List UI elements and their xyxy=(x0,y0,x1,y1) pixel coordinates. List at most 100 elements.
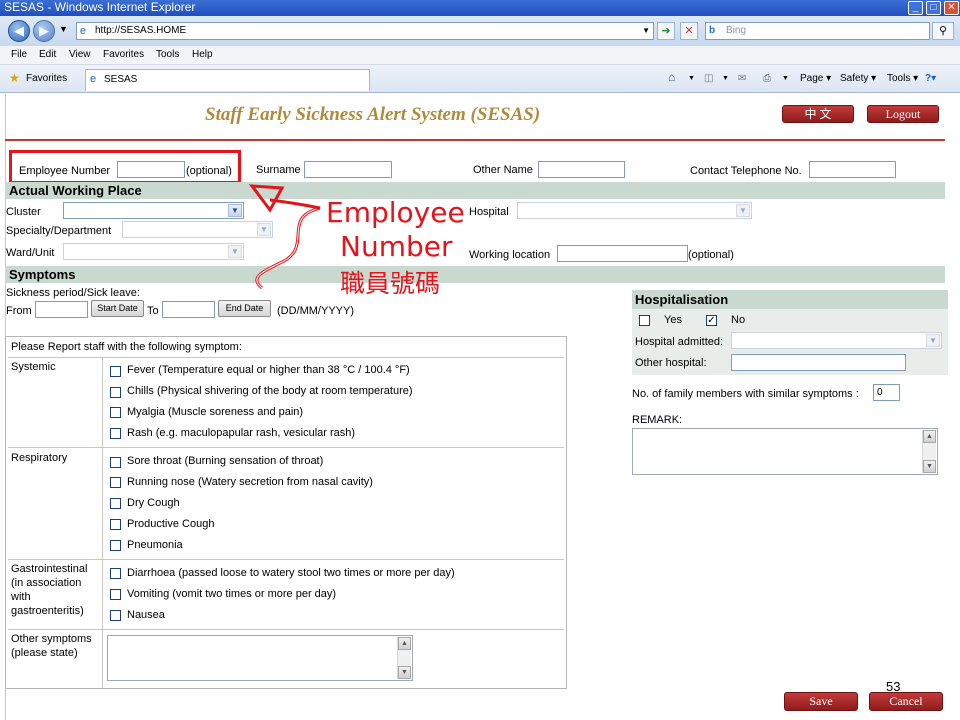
ie-page-icon: e xyxy=(90,73,97,85)
hospitalisation-panel: Hospitalisation Yes ✓ No Hospital admitt… xyxy=(632,290,948,375)
cluster-select[interactable]: ▼ xyxy=(63,202,244,219)
symptom-productive-cough: Productive Cough xyxy=(127,518,215,530)
symptom-sore-throat: Sore throat (Burning sensation of throat… xyxy=(127,455,324,467)
other-hospital-input[interactable] xyxy=(731,354,906,371)
hospital-select[interactable]: ▼ xyxy=(517,202,752,219)
checkbox-diarrhoea[interactable] xyxy=(110,568,121,579)
column-divider xyxy=(102,357,103,688)
checkbox-myalgia[interactable] xyxy=(110,407,121,418)
other-symptoms-textarea[interactable]: ▲ ▼ xyxy=(107,635,413,681)
scroll-down-icon[interactable]: ▼ xyxy=(923,460,936,473)
ward-label: Ward/Unit xyxy=(6,247,55,259)
feeds-dropdown-icon[interactable]: ▼ xyxy=(722,75,729,82)
hospital-admitted-select[interactable]: ▼ xyxy=(731,332,942,349)
working-place-heading: Actual Working Place xyxy=(5,182,945,199)
symptom-fever: Fever (Temperature equal or higher than … xyxy=(127,364,410,376)
logout-button[interactable]: Logout xyxy=(867,105,939,123)
checkbox-hospitalised-no[interactable]: ✓ xyxy=(706,315,717,326)
checkbox-nausea[interactable] xyxy=(110,610,121,621)
symptom-nausea: Nausea xyxy=(127,609,165,621)
working-location-input[interactable] xyxy=(557,245,688,262)
date-format-hint: (DD/MM/YYYY) xyxy=(277,305,354,317)
history-dropdown-icon[interactable]: ▼ xyxy=(59,24,68,34)
ward-select[interactable]: ▼ xyxy=(63,243,244,260)
checkbox-pneumonia[interactable] xyxy=(110,540,121,551)
bing-icon: b xyxy=(709,25,716,36)
favorites-bar: ★ Favorites e SESAS ⌂ ▼ ◫ ▼ ✉ ⎙ ▼ Page ▾… xyxy=(0,65,960,93)
scroll-down-icon[interactable]: ▼ xyxy=(398,666,411,679)
menu-view[interactable]: View xyxy=(69,49,91,60)
from-date-input[interactable] xyxy=(35,301,88,318)
home-icon[interactable]: ⌂ xyxy=(668,70,675,84)
tab-sesas[interactable]: e SESAS xyxy=(85,69,370,91)
working-location-label: Working location xyxy=(469,249,551,261)
remark-textarea[interactable]: ▲ ▼ xyxy=(632,428,938,475)
family-members-label: No. of family members with similar sympt… xyxy=(632,388,859,400)
minimize-button[interactable]: _ xyxy=(908,1,923,15)
checkbox-dry-cough[interactable] xyxy=(110,498,121,509)
family-members-input[interactable]: 0 xyxy=(873,384,900,401)
print-icon[interactable]: ⎙ xyxy=(763,73,771,84)
start-date-button[interactable]: Start Date xyxy=(91,300,144,317)
checkbox-hospitalised-yes[interactable] xyxy=(639,315,650,326)
to-date-input[interactable] xyxy=(162,301,215,318)
menu-tools[interactable]: Tools xyxy=(156,49,179,60)
chinese-language-button[interactable]: 中 文 xyxy=(782,105,854,123)
back-button[interactable]: ◀ xyxy=(8,20,30,42)
menu-help[interactable]: Help xyxy=(192,49,213,60)
symptom-table-caption: Please Report staff with the following s… xyxy=(11,341,242,353)
scroll-up-icon[interactable]: ▲ xyxy=(398,637,411,650)
checkbox-running-nose[interactable] xyxy=(110,477,121,488)
cancel-button[interactable]: Cancel xyxy=(869,692,943,711)
surname-label: Surname xyxy=(256,164,301,176)
hospitalised-no-label: No xyxy=(731,314,746,326)
checkbox-productive-cough[interactable] xyxy=(110,519,121,530)
surname-input[interactable] xyxy=(304,161,392,178)
chevron-down-icon: ▼ xyxy=(736,204,750,217)
checkbox-vomiting[interactable] xyxy=(110,589,121,600)
remark-label: REMARK: xyxy=(632,414,683,426)
help-icon[interactable]: ?▾ xyxy=(925,73,936,84)
tab-label: SESAS xyxy=(104,74,138,85)
maximize-button[interactable]: □ xyxy=(926,1,941,15)
other-name-input[interactable] xyxy=(538,161,625,178)
row-divider xyxy=(8,447,564,448)
symptom-myalgia: Myalgia (Muscle soreness and pain) xyxy=(127,406,304,418)
other-name-label: Other Name xyxy=(473,164,533,176)
mail-icon[interactable]: ✉ xyxy=(738,73,746,84)
feeds-icon[interactable]: ◫ xyxy=(704,73,713,84)
end-date-button[interactable]: End Date xyxy=(218,300,271,317)
forward-button[interactable]: ▶ xyxy=(33,20,55,42)
scroll-up-icon[interactable]: ▲ xyxy=(923,430,936,443)
to-label: To xyxy=(147,305,159,317)
search-input[interactable]: b Bing xyxy=(705,22,930,40)
favorites-button[interactable]: Favorites xyxy=(26,73,67,84)
menu-edit[interactable]: Edit xyxy=(39,49,56,60)
page-menu[interactable]: Page ▾ xyxy=(800,73,831,84)
page-title: Staff Early Sickness Alert System (SESAS… xyxy=(205,104,541,125)
scrollbar[interactable]: ▲ ▼ xyxy=(397,637,411,679)
search-icon[interactable]: ⚲ xyxy=(932,22,954,40)
symptom-table: Please Report staff with the following s… xyxy=(5,336,567,689)
close-window-button[interactable]: ✕ xyxy=(944,1,959,15)
scrollbar[interactable]: ▲ ▼ xyxy=(922,430,936,473)
stop-button[interactable]: ✕ xyxy=(680,22,698,40)
checkbox-rash[interactable] xyxy=(110,428,121,439)
save-button[interactable]: Save xyxy=(784,692,858,711)
address-bar[interactable]: e http://SESAS.HOME ▼ xyxy=(76,22,654,40)
home-dropdown-icon[interactable]: ▼ xyxy=(688,75,695,82)
tools-menu[interactable]: Tools ▾ xyxy=(887,73,918,84)
checkbox-sore-throat[interactable] xyxy=(110,457,121,468)
safety-menu[interactable]: Safety ▾ xyxy=(840,73,876,84)
menu-favorites[interactable]: Favorites xyxy=(103,49,144,60)
symptoms-heading: Symptoms xyxy=(5,266,945,283)
menu-file[interactable]: File xyxy=(11,49,27,60)
print-dropdown-icon[interactable]: ▼ xyxy=(782,75,789,82)
go-button[interactable]: ➜ xyxy=(657,22,675,40)
address-dropdown-icon[interactable]: ▼ xyxy=(642,23,650,39)
group-respiratory: Respiratory xyxy=(11,452,68,464)
favorites-star-icon[interactable]: ★ xyxy=(9,71,20,85)
checkbox-fever[interactable] xyxy=(110,366,121,377)
checkbox-chills[interactable] xyxy=(110,387,121,398)
contact-telephone-input[interactable] xyxy=(809,161,896,178)
